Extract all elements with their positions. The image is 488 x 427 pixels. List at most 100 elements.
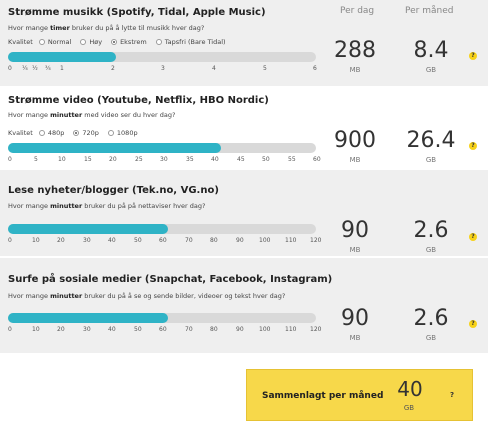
tick-label: 45: [237, 156, 245, 163]
section-video: Strømme video (Youtube, Netflix, HBO Nor…: [0, 86, 488, 170]
tick-label: 110: [285, 326, 297, 333]
duration-slider[interactable]: [8, 313, 316, 323]
quality-option-tapsfri[interactable]: Tapsfri (Bare Tidal): [155, 38, 226, 46]
tick-label: 90: [236, 237, 244, 244]
tick-label: 35: [186, 156, 194, 163]
per-month-unit: GB: [425, 66, 437, 74]
quality-option-480p[interactable]: 480p: [38, 129, 64, 137]
quality-option-normal[interactable]: Normal: [38, 38, 72, 46]
tick-label: 100: [259, 237, 271, 244]
per-day-value: 90: [341, 306, 369, 331]
duration-slider[interactable]: [8, 143, 316, 153]
per-day-unit: MB: [349, 156, 361, 164]
tick-label: ¾: [45, 65, 51, 72]
tick-label: ½: [32, 65, 38, 72]
option-label: Tapsfri (Bare Tidal): [164, 38, 226, 46]
per-month-unit: GB: [425, 246, 437, 254]
section-question: Hvor mange minutter bruker du på å se og…: [8, 292, 285, 300]
tick-label: 6: [313, 65, 317, 72]
tick-label: 50: [262, 156, 270, 163]
tick-label: 15: [84, 156, 92, 163]
monthly-total-label: Sammenlagt per måned: [262, 391, 384, 401]
tick-label: 120: [310, 326, 322, 333]
tick-label: 0: [8, 65, 12, 72]
per-month-value: 2.6: [413, 306, 449, 331]
question-text: Hvor mange: [8, 292, 51, 300]
section-news: Lese nyheter/blogger (Tek.no, VG.no) Hvo…: [0, 170, 488, 256]
monthly-total-value: 40: [397, 377, 423, 401]
column-header-per-day: Per dag: [340, 6, 375, 16]
duration-slider[interactable]: [8, 224, 316, 234]
question-text: bruker du på å se og sende bilder, video…: [82, 292, 286, 300]
section-title: Strømme video (Youtube, Netflix, HBO Nor…: [8, 95, 269, 106]
radio-icon[interactable]: [155, 39, 162, 45]
option-label: Normal: [47, 38, 72, 46]
quality-option-1080p[interactable]: 1080p: [107, 129, 138, 137]
question-emphasis: minutter: [50, 202, 83, 210]
radio-icon[interactable]: [107, 130, 114, 136]
section-question: Hvor mange minutter bruker du på på nett…: [8, 202, 205, 210]
per-month-unit: GB: [425, 156, 437, 164]
option-label: 1080p: [116, 129, 138, 137]
question-text: med video ser du hver dag?: [82, 111, 176, 119]
slider-fill: [8, 52, 116, 62]
tick-label: 0: [8, 326, 12, 333]
help-icon[interactable]: ?: [469, 320, 477, 328]
slider-fill: [8, 313, 169, 323]
radio-icon[interactable]: [73, 130, 80, 136]
duration-slider[interactable]: [8, 52, 316, 62]
tick-label: 10: [32, 237, 40, 244]
tick-label: 80: [210, 237, 218, 244]
radio-icon[interactable]: [38, 39, 45, 45]
tick-label: 30: [83, 326, 91, 333]
help-icon[interactable]: ?: [469, 52, 477, 60]
per-day-unit: MB: [349, 66, 361, 74]
monthly-total-box: Sammenlagt per måned 40 GB ?: [246, 369, 473, 421]
tick-label: 10: [58, 156, 66, 163]
per-day-value: 90: [341, 218, 369, 243]
tick-label: 2: [111, 65, 115, 72]
slider-ticks: 0 10 20 30 40 50 60 70 80 90 100 110 120: [8, 326, 324, 336]
question-text: bruker du på på nettaviser hver dag?: [82, 202, 206, 210]
section-social: Surfe på sosiale medier (Snapchat, Faceb…: [0, 258, 488, 353]
tick-label: 25: [135, 156, 143, 163]
help-icon[interactable]: ?: [450, 391, 454, 399]
tick-label: 30: [83, 237, 91, 244]
quality-selector: Kvalitet Normal Høy Ekstrem Tapsfri (Bar…: [8, 38, 235, 46]
per-month-value: 8.4: [413, 38, 449, 63]
section-question: Hvor mange minutter med video ser du hve…: [8, 111, 175, 119]
tick-label: 40: [108, 326, 116, 333]
radio-icon[interactable]: [38, 130, 45, 136]
column-header-per-month: Per måned: [405, 6, 454, 16]
slider-ticks: 0 5 10 15 20 25 30 35 40 45 50 55 60: [8, 156, 324, 166]
slider-fill: [8, 224, 169, 234]
tick-label: 0: [8, 237, 12, 244]
per-month-value: 2.6: [413, 218, 449, 243]
help-icon[interactable]: ?: [469, 142, 477, 150]
tick-label: 5: [34, 156, 38, 163]
quality-option-hoy[interactable]: Høy: [80, 38, 102, 46]
radio-icon[interactable]: [111, 39, 118, 45]
slider-ticks: 0 10 20 30 40 50 60 70 80 90 100 110 120: [8, 237, 324, 247]
slider-fill: [8, 143, 221, 153]
quality-option-720p[interactable]: 720p: [73, 129, 99, 137]
per-day-value: 900: [334, 128, 376, 153]
per-month-unit: GB: [425, 334, 437, 342]
tick-label: 20: [109, 156, 117, 163]
quality-option-ekstrem[interactable]: Ekstrem: [111, 38, 147, 46]
per-month-value: 26.4: [406, 128, 456, 153]
help-icon[interactable]: ?: [469, 233, 477, 241]
tick-label: 50: [134, 326, 142, 333]
quality-label: Kvalitet: [8, 129, 33, 137]
section-question: Hvor mange timer bruker du på å lytte ti…: [8, 24, 204, 32]
tick-label: 120: [310, 237, 322, 244]
tick-label: 70: [185, 237, 193, 244]
tick-label: 1: [60, 65, 64, 72]
question-text: Hvor mange: [8, 202, 51, 210]
radio-icon[interactable]: [80, 39, 87, 45]
tick-label: 3: [161, 65, 165, 72]
quality-label: Kvalitet: [8, 38, 33, 46]
tick-label: 0: [8, 156, 12, 163]
per-day-unit: MB: [349, 334, 361, 342]
tick-label: 70: [185, 326, 193, 333]
